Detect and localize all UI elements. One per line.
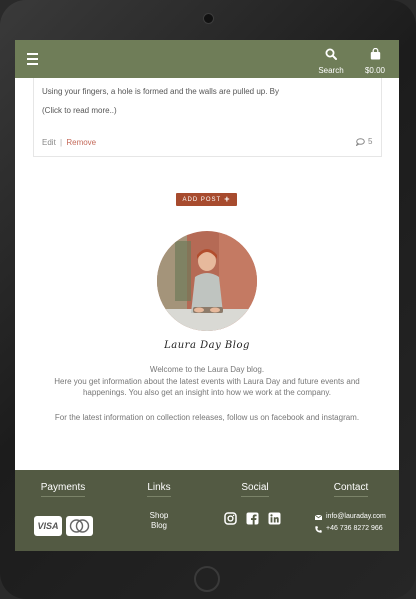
remove-link[interactable]: Remove — [66, 138, 96, 147]
top-navbar: Search $0.00 — [15, 40, 399, 78]
plus-icon: + — [224, 194, 231, 204]
shopping-bag-icon — [370, 47, 380, 60]
footer-contact-info: info@lauraday.com +46 736 8272 966 — [315, 511, 386, 535]
blog-signature: Laura Day Blog — [164, 340, 250, 351]
social-links — [224, 512, 281, 525]
hamburger-menu-icon[interactable] — [27, 53, 38, 65]
mastercard-icon — [66, 516, 93, 536]
footer-contact-heading: Contact — [321, 482, 381, 497]
footer-links-heading: Links — [135, 482, 183, 497]
footer-link-shop[interactable]: Shop — [135, 511, 183, 521]
linkedin-icon[interactable] — [268, 512, 281, 525]
footer-social-heading: Social — [227, 482, 283, 497]
comment-icon — [356, 137, 365, 146]
blog-intro-line2: Here you get information about the lates… — [54, 377, 360, 397]
search-button[interactable]: Search — [314, 47, 348, 75]
post-actions: Edit | Remove — [42, 138, 96, 147]
post-excerpt: Using your fingers, a hole is formed and… — [42, 87, 280, 96]
comment-count-value: 5 — [368, 137, 373, 146]
instagram-icon[interactable] — [224, 512, 237, 525]
add-post-label: ADD POST — [182, 196, 222, 203]
comment-count[interactable]: 5 — [356, 137, 372, 146]
blog-intro-line1: Welcome to the Laura Day blog. — [149, 365, 265, 374]
blog-intro-line3: For the latest information on collection… — [54, 413, 360, 422]
home-button[interactable] — [194, 566, 220, 592]
action-separator: | — [60, 138, 63, 147]
blog-post-card: Using your fingers, a hole is formed and… — [33, 78, 382, 157]
contact-email[interactable]: info@lauraday.com — [315, 511, 386, 523]
cart-total: $0.00 — [364, 66, 386, 75]
site-footer: Payments Links Social Contact VISA Shop … — [15, 470, 399, 551]
camera — [203, 13, 214, 24]
contact-phone[interactable]: +46 736 8272 966 — [315, 523, 386, 535]
cart-button[interactable]: $0.00 — [360, 47, 390, 75]
phone-icon — [315, 525, 322, 533]
add-post-button[interactable]: ADD POST + — [176, 193, 237, 206]
visa-card-icon: VISA — [34, 516, 62, 536]
screen: Search $0.00 Using your fingers, a hole … — [15, 40, 399, 551]
footer-payments-heading: Payments — [31, 482, 95, 497]
tablet-frame: Search $0.00 Using your fingers, a hole … — [0, 0, 416, 599]
read-more-link[interactable]: (Click to read more..) — [42, 106, 117, 115]
search-icon — [325, 48, 337, 60]
footer-links: Shop Blog — [135, 511, 183, 531]
footer-link-blog[interactable]: Blog — [135, 521, 183, 531]
envelope-icon — [315, 514, 322, 520]
facebook-icon[interactable] — [246, 512, 259, 525]
search-label: Search — [318, 66, 344, 75]
edit-link[interactable]: Edit — [42, 138, 56, 147]
author-photo — [157, 231, 257, 331]
